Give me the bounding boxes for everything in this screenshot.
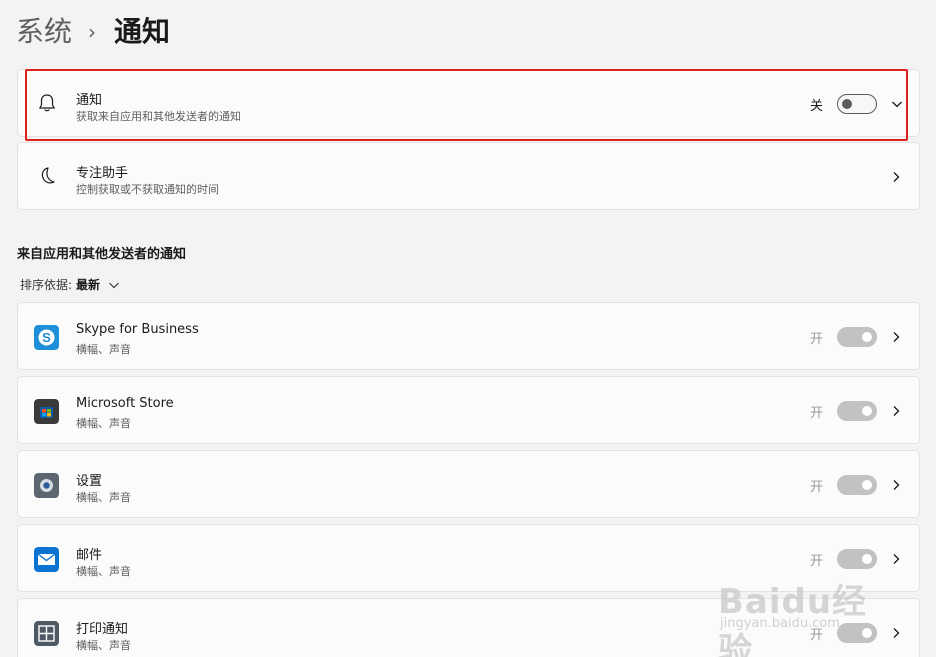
- app-detail: 横幅、声音: [76, 343, 131, 356]
- svg-text:S: S: [42, 330, 51, 345]
- focus-assist-subtitle: 控制获取或不获取通知的时间: [76, 183, 219, 196]
- app-name: 邮件: [76, 548, 103, 563]
- app-row-microsoft-store[interactable]: Microsoft Store 横幅、声音 开: [17, 376, 920, 444]
- breadcrumb-system[interactable]: 系统: [16, 12, 72, 52]
- app-detail: 横幅、声音: [76, 565, 131, 578]
- breadcrumb-separator: ›: [88, 20, 97, 44]
- app-state-label: 开: [810, 406, 824, 421]
- app-name: Microsoft Store: [76, 396, 174, 411]
- settings-gear-icon: [34, 473, 59, 498]
- skype-icon: S: [34, 325, 59, 350]
- app-detail: 横幅、声音: [76, 491, 131, 504]
- app-name: Skype for Business: [76, 322, 199, 337]
- chevron-right-icon[interactable]: [890, 171, 902, 183]
- chevron-down-icon: [109, 282, 119, 288]
- app-name: 设置: [76, 474, 103, 489]
- baidu-watermark: Baidu经验 jingyan.baidu.com: [718, 560, 893, 657]
- focus-assist-title: 专注助手: [76, 166, 129, 181]
- chevron-right-icon[interactable]: [890, 479, 902, 491]
- app-state-label: 开: [810, 480, 824, 495]
- app-row-settings[interactable]: 设置 横幅、声音 开: [17, 450, 920, 518]
- app-name: 打印通知: [76, 622, 129, 637]
- print-notification-icon: [34, 621, 59, 646]
- focus-assist-row[interactable]: 专注助手 控制获取或不获取通知的时间: [17, 142, 920, 210]
- section-title: 来自应用和其他发送者的通知: [17, 247, 187, 262]
- breadcrumb: 系统 › 通知: [16, 12, 170, 52]
- sort-label: 排序依据:: [20, 278, 73, 292]
- watermark-url: jingyan.baidu.com: [720, 616, 840, 631]
- chevron-right-icon[interactable]: [890, 405, 902, 417]
- store-icon: [34, 399, 59, 424]
- page-title: 通知: [114, 15, 171, 48]
- app-toggle[interactable]: [837, 401, 877, 421]
- app-row-skype[interactable]: S Skype for Business 横幅、声音 开: [17, 302, 920, 370]
- red-highlight-box: [25, 69, 908, 141]
- app-detail: 横幅、声音: [76, 417, 131, 430]
- sort-value: 最新: [76, 278, 101, 292]
- moon-icon: [41, 167, 55, 184]
- app-detail: 横幅、声音: [76, 639, 131, 652]
- sort-dropdown[interactable]: 排序依据: 最新: [20, 276, 120, 293]
- app-toggle[interactable]: [837, 327, 877, 347]
- app-toggle[interactable]: [837, 475, 877, 495]
- chevron-right-icon[interactable]: [890, 331, 902, 343]
- app-state-label: 开: [810, 332, 824, 347]
- mail-icon: [34, 547, 59, 572]
